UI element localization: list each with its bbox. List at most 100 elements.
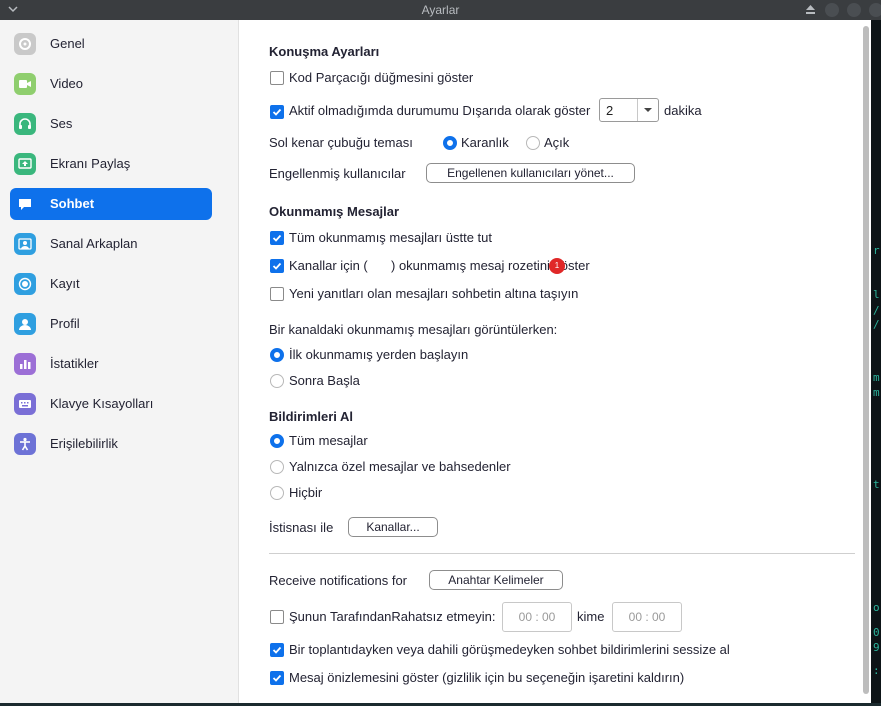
theme-dark-label: Karanlık	[461, 135, 509, 150]
sidebar-item-label: Profil	[50, 316, 80, 331]
terminal-glyph: m	[873, 386, 880, 399]
start-first-unread-radio[interactable]	[270, 348, 284, 362]
move-replies-bottom-label: Yeni yanıtları olan mesajları sohbetin a…	[289, 286, 579, 301]
minimize-button[interactable]	[825, 3, 839, 17]
terminal-glyph: l	[873, 288, 880, 301]
unread-badge-label-start: Kanallar için (	[289, 258, 368, 273]
sidebar-item-label: Klavye Kısayolları	[50, 396, 154, 411]
sidebar-item-label: Erişilebilirlik	[50, 436, 118, 451]
sidebar-item-label: Ses	[50, 116, 73, 131]
section-heading-conversation: Konuşma Ayarları	[269, 44, 380, 59]
sidebar-item-label: Sanal Arkaplan	[50, 236, 138, 251]
sidebar-item-general[interactable]: Genel	[10, 28, 212, 60]
sidebar-item-profile[interactable]: Profil	[10, 308, 212, 340]
window-title: Ayarlar	[421, 3, 460, 17]
sidebar-item-keyboard-shortcuts[interactable]: Klavye Kısayolları	[10, 388, 212, 420]
terminal-glyph: 0	[873, 626, 880, 639]
scrollbar-thumb[interactable]	[863, 26, 869, 694]
receive-notifications-label: Receive notifications for	[269, 573, 408, 588]
dnd-label: Şunun TarafındanRahatsız etmeyin:	[289, 609, 496, 624]
profile-icon	[14, 313, 36, 335]
checkmark-icon	[272, 234, 282, 242]
section-divider	[269, 553, 855, 554]
move-replies-bottom-checkbox[interactable]	[270, 287, 284, 301]
sidebar-item-label: Video	[50, 76, 84, 91]
notify-private-label: Yalnızca özel mesajlar ve bahsedenler	[289, 459, 511, 474]
notify-all-radio[interactable]	[270, 434, 284, 448]
channels-button[interactable]: Kanallar...	[348, 517, 438, 537]
theme-light-label: Açık	[544, 135, 570, 150]
share-screen-icon	[14, 153, 36, 175]
away-minutes-select[interactable]: 2	[599, 98, 659, 122]
terminal-glyph: r	[873, 244, 880, 257]
sidebar-item-audio[interactable]: Ses	[10, 108, 212, 140]
sidebar-item-label: Kayıt	[50, 276, 80, 291]
section-heading-notifications: Bildirimleri Al	[269, 409, 354, 424]
terminal-glyph: t	[873, 478, 880, 491]
notify-all-label: Tüm mesajlar	[289, 433, 368, 448]
message-preview-label: Mesaj önizlemesini göster (gizlilik için…	[289, 670, 685, 685]
chat-settings-panel: Konuşma Ayarları Kod Parçacığı düğmesini…	[239, 20, 861, 703]
sidebar-item-accessibility[interactable]: Erişilebilirlik	[10, 428, 212, 460]
checkmark-icon	[272, 674, 282, 682]
headphones-icon	[14, 113, 36, 135]
message-preview-checkbox[interactable]	[270, 671, 284, 685]
unread-count-badge: 1	[549, 258, 565, 274]
manage-blocked-users-button[interactable]: Engellenen kullanıcıları yönet...	[426, 163, 635, 183]
video-icon	[14, 73, 36, 95]
view-unread-question: Bir kanaldaki okunmamış mesajları görünt…	[269, 322, 558, 337]
start-later-radio[interactable]	[270, 374, 284, 388]
dnd-from-time-input[interactable]: 00 : 00	[502, 602, 572, 632]
keep-unread-top-checkbox[interactable]	[270, 231, 284, 245]
sidebar-item-label: Genel	[50, 36, 85, 51]
theme-light-radio[interactable]	[526, 136, 540, 150]
sidebar-item-statistics[interactable]: İstatikler	[10, 348, 212, 380]
away-status-label: Aktif olmadığımda durumumu Dışarıda olar…	[289, 103, 591, 118]
sidebar-item-label: İstatikler	[50, 356, 99, 371]
sidebar-item-video[interactable]: Video	[10, 68, 212, 100]
keep-unread-top-label: Tüm okunmamış mesajları üstte tut	[289, 230, 493, 245]
sidebar-item-label: Sohbet	[50, 196, 95, 211]
terminal-glyph: /	[873, 318, 880, 331]
window-titlebar: Ayarlar	[0, 0, 881, 20]
terminal-glyph: o	[873, 601, 880, 614]
away-status-checkbox[interactable]	[270, 105, 284, 119]
close-button[interactable]	[869, 3, 881, 17]
eject-icon[interactable]	[805, 4, 816, 15]
sidebar-item-recording[interactable]: Kayıt	[10, 268, 212, 300]
sidebar-item-label: Ekranı Paylaş	[50, 156, 131, 171]
checkmark-icon	[272, 646, 282, 654]
terminal-glyph: m	[873, 371, 880, 384]
dnd-to-time-input[interactable]: 00 : 00	[612, 602, 682, 632]
gear-icon	[14, 33, 36, 55]
person-card-icon	[14, 233, 36, 255]
mute-in-meeting-label: Bir toplantıdayken veya dahili görüşmede…	[289, 642, 730, 657]
theme-dark-radio[interactable]	[443, 136, 457, 150]
sidebar-item-virtual-background[interactable]: Sanal Arkaplan	[10, 228, 212, 260]
exception-label: İstisnası ile	[269, 520, 334, 535]
checkmark-icon	[272, 108, 282, 116]
code-snippet-label: Kod Parçacığı düğmesini göster	[289, 70, 474, 85]
section-heading-unread: Okunmamış Mesajlar	[269, 204, 400, 219]
sidebar: Genel Video Ses Ekranı Paylaş Sohbet San…	[0, 20, 239, 703]
notify-private-radio[interactable]	[270, 460, 284, 474]
start-first-unread-label: İlk okunmamış yerden başlayın	[289, 347, 469, 362]
terminal-glyph: /	[873, 304, 880, 317]
maximize-button[interactable]	[847, 3, 861, 17]
stats-icon	[14, 353, 36, 375]
notify-none-label: Hiçbir	[289, 485, 323, 500]
dnd-until-label: kime	[577, 609, 605, 624]
dropdown-arrow-icon	[637, 99, 658, 121]
dnd-checkbox[interactable]	[270, 610, 284, 624]
away-minutes-value: 2	[606, 103, 614, 118]
unread-badge-checkbox[interactable]	[270, 259, 284, 273]
sidebar-item-share-screen[interactable]: Ekranı Paylaş	[10, 148, 212, 180]
code-snippet-checkbox[interactable]	[270, 71, 284, 85]
chat-icon	[14, 193, 36, 215]
away-minutes-unit: dakika	[664, 103, 702, 118]
notify-none-radio[interactable]	[270, 486, 284, 500]
sidebar-item-chat[interactable]: Sohbet	[10, 188, 212, 220]
keywords-button[interactable]: Anahtar Kelimeler	[429, 570, 563, 590]
settings-window: Genel Video Ses Ekranı Paylaş Sohbet San…	[0, 20, 871, 703]
mute-in-meeting-checkbox[interactable]	[270, 643, 284, 657]
